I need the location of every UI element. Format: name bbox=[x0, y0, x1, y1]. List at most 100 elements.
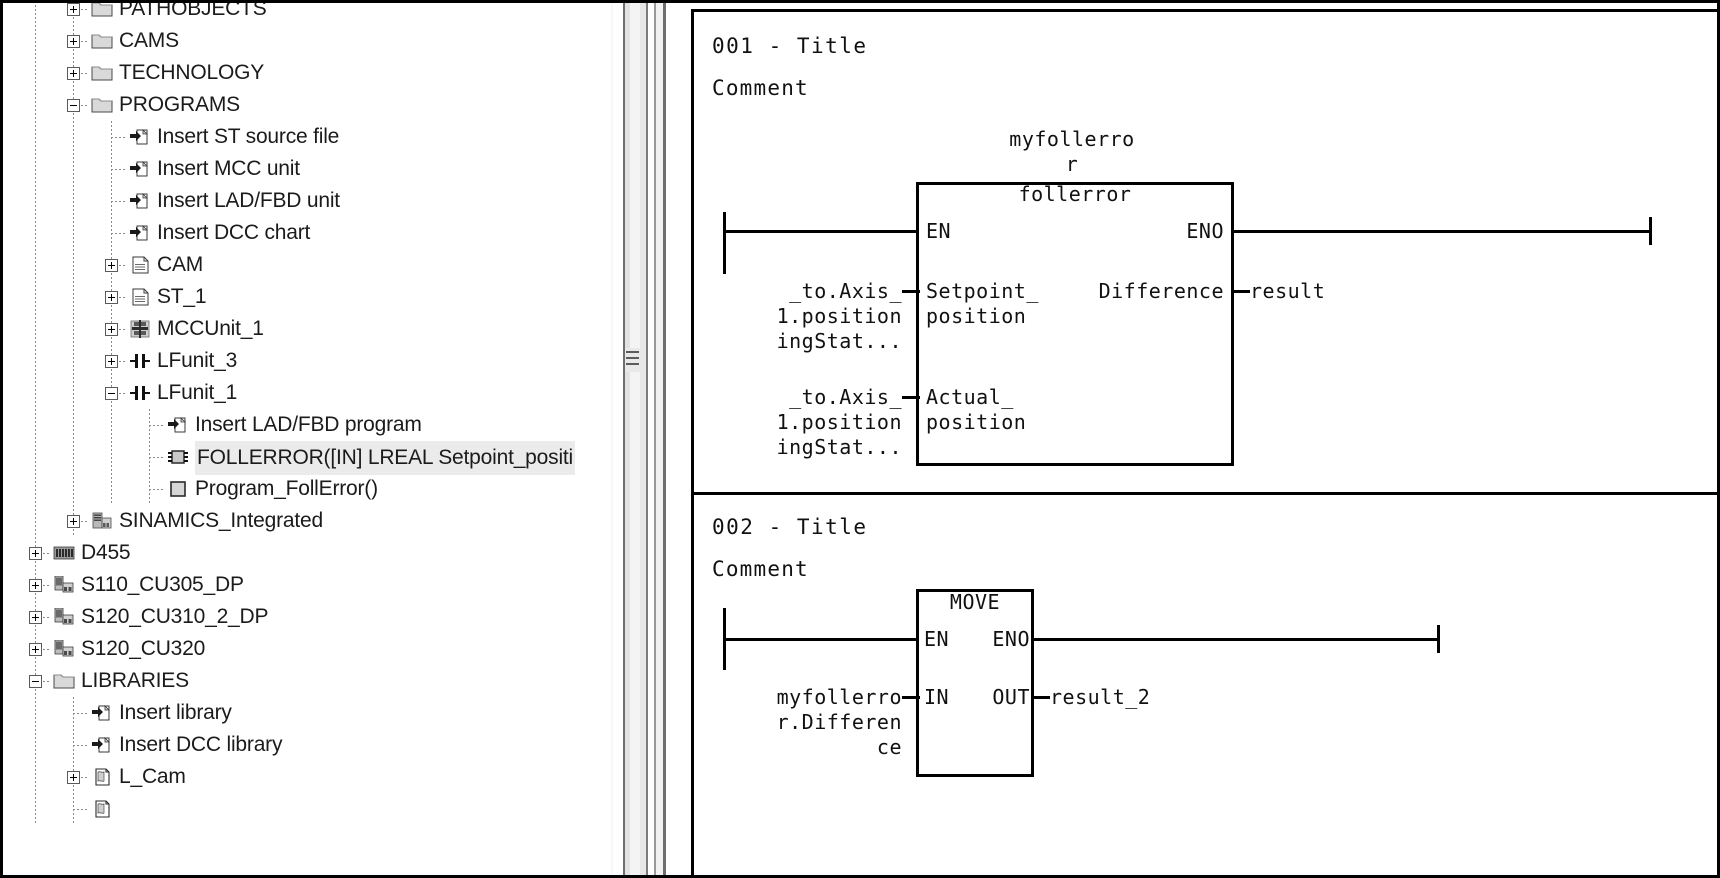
tree-item-label: LFunit_3 bbox=[157, 349, 238, 372]
tree-item[interactable]: ST_1 bbox=[3, 281, 611, 313]
tree-item-label: CAM bbox=[157, 253, 204, 276]
tree-item[interactable]: LIBRARIES bbox=[3, 665, 611, 697]
document-icon bbox=[129, 256, 151, 274]
tree-item[interactable]: Insert LAD/FBD program bbox=[3, 409, 611, 441]
tree-item[interactable]: Insert LAD/FBD unit bbox=[3, 185, 611, 217]
input-wire-setpoint bbox=[902, 290, 920, 293]
library-doc-icon bbox=[91, 768, 113, 786]
expand-icon[interactable] bbox=[29, 611, 42, 624]
tree-item[interactable]: Insert DCC chart bbox=[3, 217, 611, 249]
tree-item[interactable]: Insert ST source file bbox=[3, 121, 611, 153]
expand-icon[interactable] bbox=[29, 579, 42, 592]
tree-item[interactable]: Program_FollError() bbox=[3, 473, 611, 505]
expand-icon[interactable] bbox=[67, 3, 80, 16]
expand-icon[interactable] bbox=[105, 355, 118, 368]
fbd-network-list: 001 - Title Comment myfollerro r follerr… bbox=[691, 9, 1717, 875]
tree-item[interactable]: CAM bbox=[3, 249, 611, 281]
tree-guide-line bbox=[35, 793, 36, 825]
collapse-icon[interactable] bbox=[105, 387, 118, 400]
tree-guide-line bbox=[35, 89, 36, 121]
expand-icon[interactable] bbox=[67, 771, 80, 784]
output-wire-out bbox=[1032, 696, 1050, 699]
tree-item[interactable]: Insert library bbox=[3, 697, 611, 729]
tree-item[interactable]: S120_CU310_2_DP bbox=[3, 601, 611, 633]
splitter-track bbox=[656, 3, 663, 875]
controller-icon bbox=[53, 544, 75, 562]
expand-icon[interactable] bbox=[67, 515, 80, 528]
tree-item[interactable]: Insert DCC library bbox=[3, 729, 611, 761]
tree-item-label: SINAMICS_Integrated bbox=[119, 509, 323, 532]
tree-guide-line bbox=[149, 425, 165, 426]
expand-icon[interactable] bbox=[29, 643, 42, 656]
tree-item[interactable]: FOLLERROR([IN] LREAL Setpoint_positi bbox=[3, 441, 611, 475]
splitter-gap bbox=[666, 3, 685, 875]
input-operand-setpoint[interactable]: _to.Axis_ 1.position ingStat... bbox=[714, 279, 902, 354]
tree-item-label: Insert library bbox=[119, 701, 232, 724]
tree-item[interactable]: SINAMICS_Integrated bbox=[3, 505, 611, 537]
insert-arrow-icon bbox=[129, 128, 151, 146]
tree-item-label: Insert LAD/FBD program bbox=[195, 413, 422, 436]
network-002[interactable]: 002 - Title Comment MOVE EN ENO myfoller… bbox=[694, 495, 1717, 875]
tree-item[interactable]: S110_CU305_DP bbox=[3, 569, 611, 601]
tree-guide-line bbox=[73, 217, 74, 249]
insert-arrow-icon bbox=[91, 704, 113, 722]
collapse-icon[interactable] bbox=[67, 99, 80, 112]
eno-terminator bbox=[1649, 217, 1652, 245]
tree-item[interactable]: Insert MCC unit bbox=[3, 153, 611, 185]
folder-icon bbox=[53, 672, 75, 690]
pin-setpoint-position: Setpoint_ position bbox=[926, 279, 1039, 328]
input-operand-actual[interactable]: _to.Axis_ 1.position ingStat... bbox=[714, 385, 902, 460]
library-doc-icon bbox=[91, 800, 113, 818]
en-input-wire bbox=[723, 638, 919, 641]
collapse-icon[interactable] bbox=[29, 675, 42, 688]
tree-item[interactable]: LFunit_1 bbox=[3, 377, 611, 409]
tree-item-label: Program_FollError() bbox=[195, 477, 378, 500]
tree-item[interactable]: TECHNOLOGY bbox=[3, 57, 611, 89]
expand-icon[interactable] bbox=[67, 35, 80, 48]
tree-item[interactable]: PATHOBJECTS bbox=[3, 3, 611, 25]
tree-item[interactable]: D455 bbox=[3, 537, 611, 569]
tree-guide-line bbox=[73, 377, 74, 409]
insert-arrow-icon bbox=[129, 192, 151, 210]
tree-guide-line bbox=[73, 313, 74, 345]
tree-guide-line bbox=[35, 377, 36, 409]
tree-guide-line bbox=[73, 441, 74, 473]
expand-icon[interactable] bbox=[105, 291, 118, 304]
output-operand-result2[interactable]: result_2 bbox=[1050, 685, 1150, 710]
tree-guide-line bbox=[35, 281, 36, 313]
tree-item[interactable] bbox=[3, 793, 611, 825]
function-block-move[interactable] bbox=[916, 589, 1034, 777]
tree-item[interactable]: LFunit_3 bbox=[3, 345, 611, 377]
output-operand-result[interactable]: result bbox=[1250, 279, 1325, 304]
tree-guide-line bbox=[149, 489, 165, 490]
folder-icon bbox=[91, 96, 113, 114]
expand-icon[interactable] bbox=[67, 67, 80, 80]
tree-guide-line bbox=[35, 409, 36, 441]
tree-item-label: MCCUnit_1 bbox=[157, 317, 264, 340]
expand-icon[interactable] bbox=[105, 323, 118, 336]
expand-icon[interactable] bbox=[29, 547, 42, 560]
tree-guide-line bbox=[35, 473, 36, 505]
pin-out: OUT bbox=[992, 685, 1030, 709]
tree-item[interactable]: S120_CU320 bbox=[3, 633, 611, 665]
tree-item[interactable]: L_Cam bbox=[3, 761, 611, 793]
project-navigator-tree[interactable]: PATHOBJECTS CAMS TECHNOLOGY PROGRAMS Insert … bbox=[3, 3, 611, 875]
fbd-editor-canvas[interactable]: 001 - Title Comment myfollerro r follerr… bbox=[685, 3, 1717, 875]
tree-guide-line bbox=[35, 153, 36, 185]
tree-guide-line bbox=[35, 25, 36, 57]
vertical-splitter[interactable] bbox=[611, 3, 685, 875]
tree-guide-line bbox=[73, 745, 89, 746]
input-operand-move-in[interactable]: myfollerro r.Differen ce bbox=[714, 685, 902, 760]
network-comment: Comment bbox=[712, 76, 809, 100]
network-001[interactable]: 001 - Title Comment myfollerro r follerr… bbox=[694, 12, 1717, 502]
network-title: 002 - Title bbox=[712, 515, 868, 539]
expand-icon[interactable] bbox=[105, 259, 118, 272]
splitter-grip[interactable] bbox=[625, 348, 640, 372]
tree-item[interactable]: MCCUnit_1 bbox=[3, 313, 611, 345]
tree-item[interactable]: PROGRAMS bbox=[3, 89, 611, 121]
tree-item[interactable]: CAMS bbox=[3, 25, 611, 57]
power-rail bbox=[723, 212, 726, 274]
tree-guide-line bbox=[35, 3, 36, 25]
input-wire-actual bbox=[902, 396, 920, 399]
tree-guide-line bbox=[73, 121, 74, 153]
